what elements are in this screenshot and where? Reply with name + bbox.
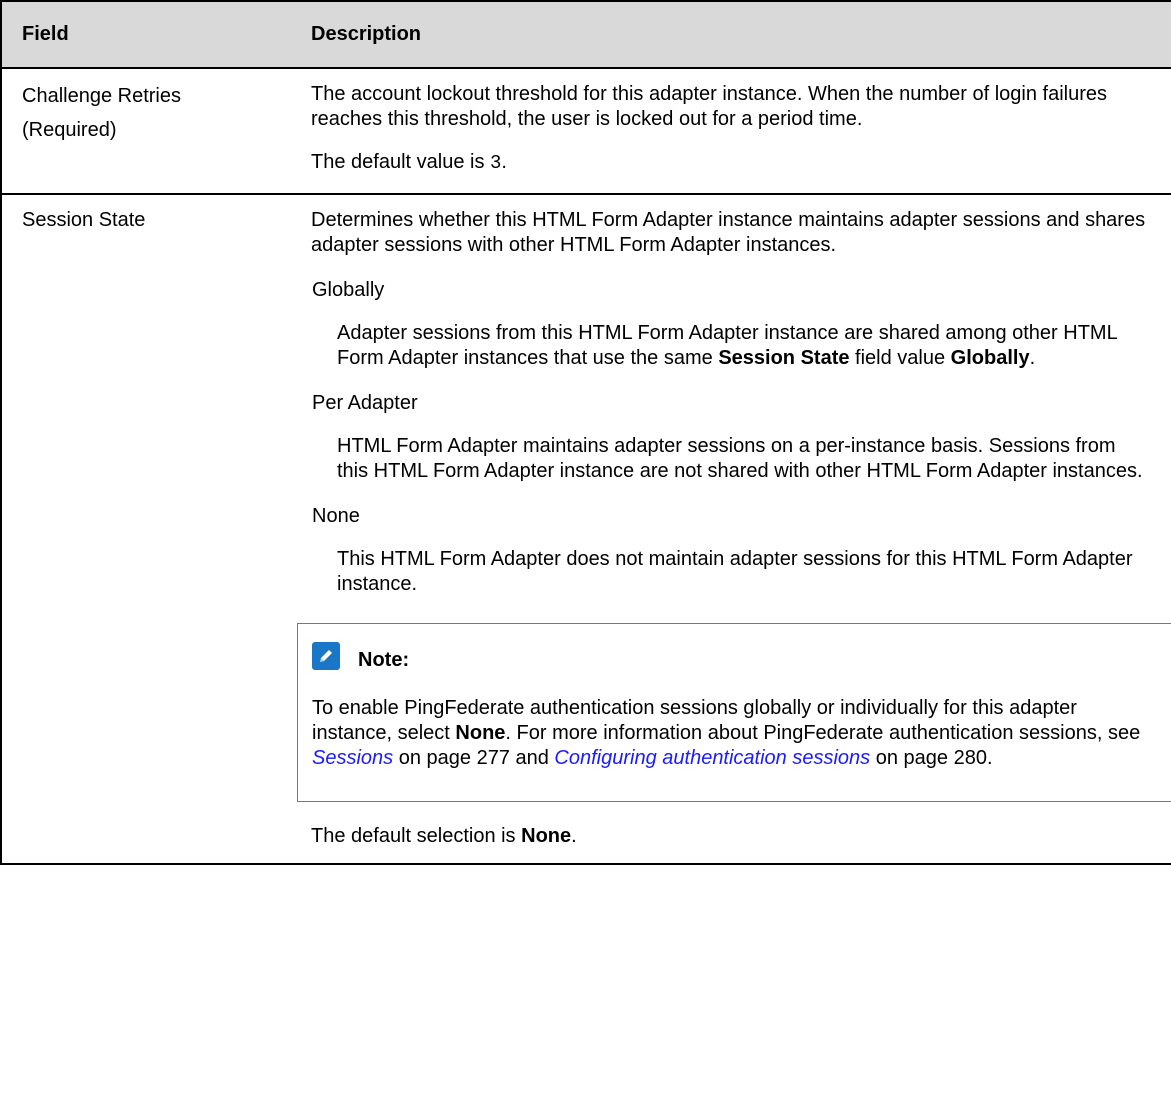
field-cell: Session State <box>0 194 297 865</box>
option-term-globally: Globally <box>312 279 385 301</box>
option-definition-none: This HTML Form Adapter does not maintain… <box>337 548 1133 595</box>
note-header: Note: <box>312 640 1152 672</box>
default-selection-text: The default selection is None. <box>311 825 577 847</box>
table-row: Session State Determines whether this HT… <box>0 194 1171 865</box>
description-text: Determines whether this HTML Form Adapte… <box>311 209 1146 256</box>
table-row: Challenge Retries (Required) The account… <box>0 68 1171 195</box>
field-cell: Challenge Retries (Required) <box>0 68 297 195</box>
description-cell: The account lockout threshold for this a… <box>297 68 1171 195</box>
field-name: Session State <box>22 209 146 231</box>
column-header-description: Description <box>297 0 1171 69</box>
configuring-authentication-sessions-link[interactable]: Configuring authentication sessions <box>554 747 870 769</box>
column-header-field: Field <box>0 0 297 69</box>
sessions-link[interactable]: Sessions <box>312 747 393 769</box>
default-value-text: The default value is 3. <box>311 151 507 174</box>
option-definition-per-adapter: HTML Form Adapter maintains adapter sess… <box>337 435 1143 482</box>
default-selection-value: None <box>521 825 572 847</box>
pencil-icon <box>312 642 340 670</box>
option-term-per-adapter: Per Adapter <box>312 392 418 414</box>
table-header-row: Field Description <box>0 0 1171 69</box>
default-value-code: 3 <box>490 152 502 174</box>
note-box: Note: To enable PingFederate authenticat… <box>297 623 1171 802</box>
option-term-none: None <box>312 505 360 527</box>
description-text: The account lockout threshold for this a… <box>311 83 1108 130</box>
field-description-table: Field Description Challenge Retries (Req… <box>0 0 1171 865</box>
description-cell: Determines whether this HTML Form Adapte… <box>297 194 1171 865</box>
option-definition-globally: Adapter sessions from this HTML Form Ada… <box>337 322 1117 369</box>
field-required-label: (Required) <box>22 119 117 141</box>
note-body: To enable PingFederate authentication se… <box>312 697 1141 769</box>
note-title: Note: <box>358 648 410 671</box>
